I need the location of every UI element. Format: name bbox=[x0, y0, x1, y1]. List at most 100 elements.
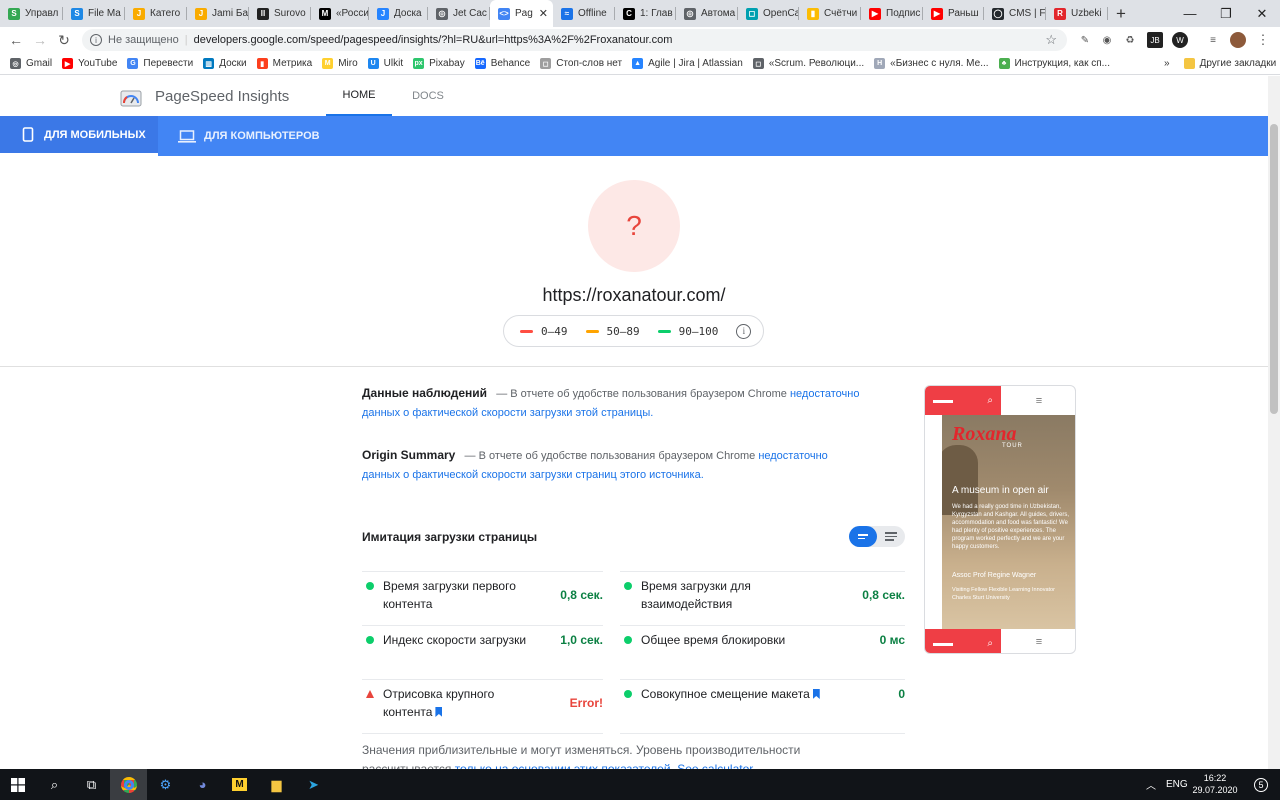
other-bookmarks[interactable]: Другие закладки bbox=[1183, 58, 1276, 69]
bookmark-item[interactable]: ◻ «Scrum. Революци... bbox=[752, 58, 864, 69]
browser-tab[interactable]: <> Pag ✕ bbox=[490, 0, 553, 27]
browser-tab[interactable]: ◎ Автома bbox=[676, 0, 738, 27]
scrollbar-thumb[interactable] bbox=[1270, 124, 1278, 414]
bookmark-item[interactable]: M Miro bbox=[322, 58, 358, 69]
bookmark-item[interactable]: ▥ Доски bbox=[203, 58, 247, 69]
browser-tab[interactable]: ◻ OpenCa bbox=[738, 0, 799, 27]
bookmark-favicon-icon: ▮ bbox=[256, 58, 268, 69]
windows-start-icon[interactable] bbox=[0, 769, 36, 800]
bookmark-favicon-icon: ▶ bbox=[62, 58, 74, 69]
legend-swatch bbox=[657, 329, 671, 333]
nav-home-tab[interactable]: HOME bbox=[326, 76, 392, 116]
new-tab-button[interactable]: + bbox=[1108, 4, 1134, 24]
browser-tab[interactable]: J Катего bbox=[125, 0, 187, 27]
metric-info-bookmark-icon[interactable] bbox=[435, 707, 443, 717]
info-icon[interactable]: i bbox=[90, 34, 102, 46]
tab-mobile-label: ДЛЯ МОБИЛЬНЫХ bbox=[44, 128, 146, 141]
telegram-icon[interactable]: ➤ bbox=[295, 769, 332, 800]
bookmark-item[interactable]: ▶ YouTube bbox=[62, 58, 117, 69]
metric-pass-icon bbox=[624, 582, 632, 590]
metric-label-text: Индекс скорости загрузки bbox=[383, 633, 527, 647]
network-app-icon[interactable]: ⚙ bbox=[147, 769, 184, 800]
browser-tab[interactable]: R Uzbeki bbox=[1046, 0, 1108, 27]
reload-button[interactable]: ↻ bbox=[52, 32, 76, 49]
bookmark-item[interactable]: ◻ Стоп-слов нет bbox=[540, 58, 622, 69]
task-view-icon[interactable]: ⧉ bbox=[73, 769, 110, 800]
browser-tab[interactable]: J Доска bbox=[369, 0, 428, 27]
extension-camera-icon[interactable]: ◉ bbox=[1099, 32, 1115, 48]
metric-divider bbox=[362, 679, 603, 680]
browser-tab[interactable]: ▮ Счётчи bbox=[799, 0, 861, 27]
tab-title: Доска bbox=[394, 8, 422, 19]
tab-favicon-icon: II bbox=[257, 7, 269, 20]
bookmark-item[interactable]: H «Бизнес с нуля. Ме... bbox=[874, 58, 989, 69]
bookmark-item[interactable]: ◎ Gmail bbox=[10, 58, 52, 69]
profile-avatar[interactable] bbox=[1230, 32, 1246, 48]
browser-tab[interactable]: ≈ Offline bbox=[553, 0, 615, 27]
reload-icon: ↻ bbox=[58, 31, 70, 48]
address-bar[interactable]: i Не защищено | developers.google.com/sp… bbox=[82, 29, 1067, 51]
browser-tab[interactable]: S File Ma bbox=[63, 0, 125, 27]
origin-summary-dash: — bbox=[464, 450, 476, 462]
miro-icon[interactable]: M bbox=[221, 769, 258, 800]
language-indicator[interactable]: ENG bbox=[1166, 769, 1188, 800]
metric-info-bookmark-icon[interactable] bbox=[812, 689, 820, 699]
tab-mobile[interactable]: ДЛЯ МОБИЛЬНЫХ bbox=[0, 116, 158, 156]
browser-tab[interactable]: J Jami Ба bbox=[187, 0, 249, 27]
file-explorer-icon[interactable]: ▆ bbox=[258, 769, 295, 800]
extension-list-icon[interactable]: ≡ bbox=[1205, 32, 1221, 48]
tab-favicon-icon: ▶ bbox=[869, 7, 881, 20]
forward-button[interactable]: → bbox=[28, 32, 52, 48]
browser-tab[interactable]: S Управл bbox=[0, 0, 63, 27]
preview-search-icon-bottom: ⌕ bbox=[987, 638, 993, 649]
maximize-button[interactable]: ❐ bbox=[1208, 0, 1244, 27]
metric-item: Общее время блокировки 0 мс bbox=[620, 631, 905, 649]
browser-tab[interactable]: C 1: Глав bbox=[615, 0, 676, 27]
bookmark-item[interactable]: ▮ Метрика bbox=[256, 58, 312, 69]
system-clock[interactable]: 16:22 29.07.2020 bbox=[1190, 772, 1240, 796]
browser-tab[interactable]: ▶ Подпис bbox=[861, 0, 923, 27]
browser-tab[interactable]: M «Росси bbox=[311, 0, 369, 27]
tab-desktop[interactable]: ДЛЯ КОМПЬЮТЕРОВ bbox=[178, 116, 320, 156]
minimize-button[interactable]: — bbox=[1172, 0, 1208, 27]
score-unknown-icon: ? bbox=[626, 210, 642, 241]
bookmarks-overflow-button[interactable]: » bbox=[1164, 58, 1170, 69]
back-button[interactable]: ← bbox=[4, 32, 28, 48]
extension-w-icon[interactable]: W bbox=[1172, 32, 1188, 48]
tray-chevron-icon[interactable]: ︿ bbox=[1146, 769, 1156, 800]
extension-jb-icon[interactable]: JB bbox=[1147, 32, 1163, 48]
bookmark-item[interactable]: Bē Behance bbox=[474, 58, 530, 69]
legend-info-icon[interactable]: i bbox=[736, 323, 752, 339]
search-icon[interactable]: ⌕ bbox=[36, 769, 73, 800]
browser-tab[interactable]: ◎ Jet Cac bbox=[428, 0, 490, 27]
tab-favicon-icon: ≈ bbox=[561, 7, 573, 20]
expanded-view-icon[interactable] bbox=[877, 526, 905, 547]
notifications-icon[interactable]: 5 bbox=[1254, 769, 1268, 800]
metric-value: 0,8 сек. bbox=[862, 588, 905, 602]
tab-close-icon[interactable]: ✕ bbox=[539, 7, 548, 20]
compact-view-icon[interactable] bbox=[849, 526, 877, 547]
mobile-screenshot: ▬▬ ⌕ ≡ Roxana TOUR A museum in open air W… bbox=[924, 385, 1076, 654]
bookmark-favicon-icon: U bbox=[367, 58, 379, 69]
bookmark-item[interactable]: ♣ Инструкция, как сп... bbox=[998, 58, 1110, 69]
browser-tab[interactable]: ◯ CMS | F bbox=[984, 0, 1046, 27]
extension-recycle-icon[interactable]: ♻ bbox=[1122, 32, 1138, 48]
chrome-taskbar-icon[interactable] bbox=[110, 769, 147, 800]
metric-divider bbox=[620, 679, 905, 680]
page-scrollbar[interactable] bbox=[1268, 76, 1280, 769]
bookmark-item[interactable]: U Ulkit bbox=[367, 58, 403, 69]
metrics-view-toggle[interactable] bbox=[849, 526, 905, 547]
browser-tab[interactable]: ▶ Раньш bbox=[923, 0, 984, 27]
bookmarks-bar: ◎ Gmail ▶ YouTube G Перевести ▥ Доски ▮ Метрика M M… bbox=[0, 53, 1280, 75]
bookmark-item[interactable]: ▲ Agile | Jira | Atlassian bbox=[632, 58, 743, 69]
extension-eyedropper-icon[interactable]: ✎ bbox=[1077, 32, 1093, 48]
nav-docs-tab[interactable]: DOCS bbox=[400, 76, 456, 116]
browser-tab[interactable]: II Surovo bbox=[249, 0, 311, 27]
bookmark-item[interactable]: G Перевести bbox=[127, 58, 193, 69]
menu-icon[interactable]: ⋮ bbox=[1255, 32, 1271, 48]
close-window-button[interactable]: ✕ bbox=[1244, 0, 1280, 27]
discord-icon[interactable]: ◕ bbox=[184, 769, 221, 800]
metric-divider bbox=[362, 733, 603, 734]
bookmark-star-icon[interactable]: ☆ bbox=[1045, 32, 1057, 48]
bookmark-item[interactable]: px Pixabay bbox=[413, 58, 465, 69]
